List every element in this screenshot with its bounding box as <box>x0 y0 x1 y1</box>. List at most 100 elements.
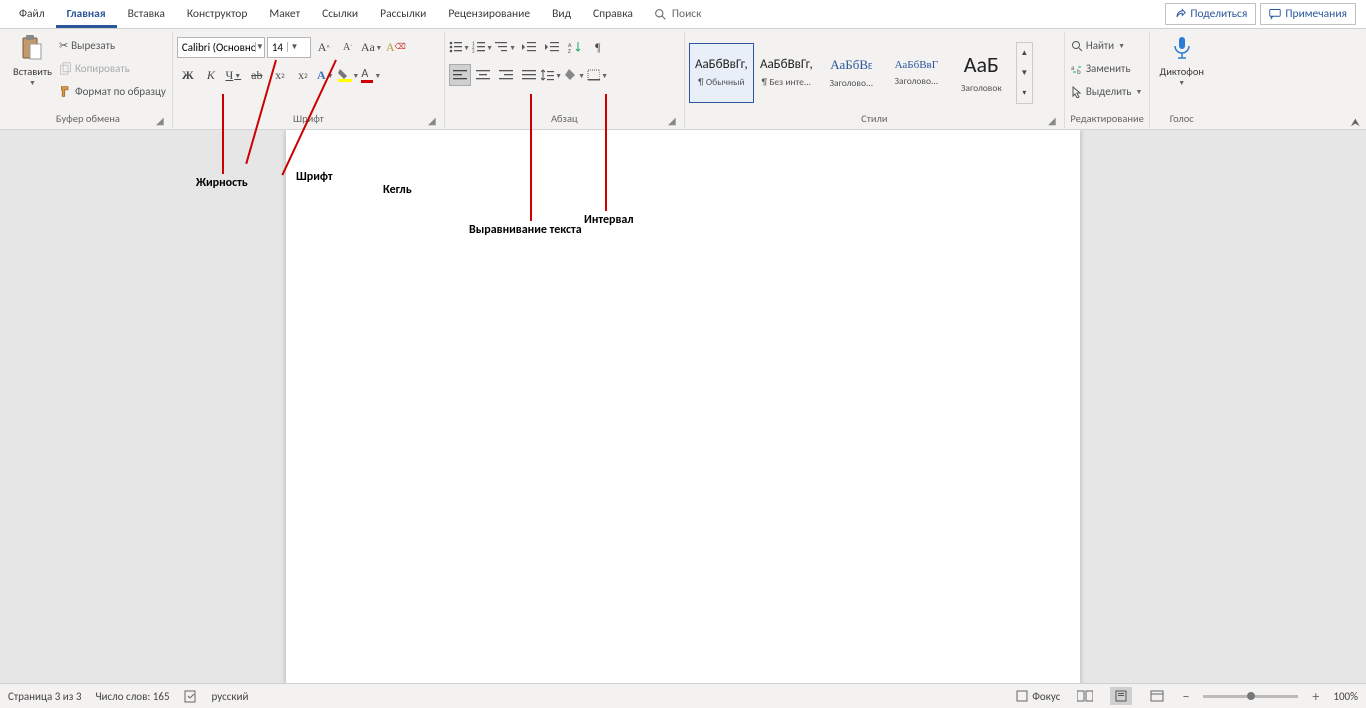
page[interactable] <box>286 130 1080 683</box>
launcher-icon[interactable]: ◢ <box>154 114 166 126</box>
tab-home[interactable]: Главная <box>56 0 117 28</box>
chevron-down-icon: ▼ <box>28 78 37 87</box>
status-bar: Страница 3 из 3 Число слов: 165 русский … <box>0 683 1366 708</box>
justify-button[interactable] <box>518 64 540 86</box>
launcher-icon[interactable]: ◢ <box>426 114 438 126</box>
style-normal[interactable]: АаБбВвГг,¶ Обычный <box>689 43 754 103</box>
tab-layout[interactable]: Макет <box>258 0 311 28</box>
annotation-line <box>605 94 607 211</box>
zoom-out-button[interactable]: − <box>1182 688 1189 705</box>
share-button[interactable]: Поделиться <box>1165 3 1256 25</box>
tab-view[interactable]: Вид <box>541 0 582 28</box>
style-no-spacing[interactable]: АаБбВвГг,¶ Без инте... <box>754 43 819 103</box>
dictate-button[interactable]: Диктофон▼ <box>1154 32 1209 90</box>
tab-file[interactable]: Файл <box>8 0 56 28</box>
superscript-button[interactable]: x2 <box>292 64 314 86</box>
zoom-value[interactable]: 100% <box>1333 690 1358 703</box>
tab-references[interactable]: Ссылки <box>311 0 369 28</box>
bold-button[interactable]: Ж <box>177 64 199 86</box>
font-name-combo[interactable]: Calibri (Основной текст)▼ <box>177 37 265 58</box>
find-icon <box>1071 40 1083 52</box>
styles-more-button[interactable]: ▾ <box>1017 83 1032 103</box>
change-case-button[interactable]: Aa▼ <box>361 36 383 58</box>
line-spacing-button[interactable]: ▼ <box>541 64 563 86</box>
align-right-button[interactable] <box>495 64 517 86</box>
comment-icon <box>1269 8 1281 20</box>
annotation-align: Выравнивание текста <box>469 223 582 237</box>
paste-button[interactable]: Вставить ▼ <box>8 32 57 90</box>
style-title[interactable]: АаБЗаголовок <box>949 43 1014 103</box>
italic-button[interactable]: К <box>200 64 222 86</box>
align-left-button[interactable] <box>449 64 471 86</box>
group-styles: АаБбВвГг,¶ Обычный АаБбВвГг,¶ Без инте..… <box>685 32 1065 128</box>
tab-help[interactable]: Справка <box>582 0 644 28</box>
select-button[interactable]: Выделить▼ <box>1069 80 1146 103</box>
sort-button[interactable]: AZ <box>564 36 586 58</box>
collapse-ribbon-button[interactable]: ⮝ <box>1351 116 1360 130</box>
find-button[interactable]: Найти▼ <box>1069 34 1128 57</box>
annotation-line <box>530 94 532 221</box>
annotation-font: Шрифт <box>296 170 333 184</box>
zoom-in-button[interactable]: + <box>1312 688 1319 705</box>
comments-button[interactable]: Примечания <box>1260 3 1356 25</box>
copy-button[interactable]: Копировать <box>57 57 168 80</box>
font-size-combo[interactable]: 14▼ <box>267 37 311 58</box>
ribbon: Вставить ▼ ✂ Вырезать Копировать <box>0 29 1366 130</box>
svg-text:a: a <box>1071 63 1074 72</box>
launcher-icon[interactable]: ◢ <box>666 114 678 126</box>
page-status[interactable]: Страница 3 из 3 <box>8 690 81 703</box>
document-area <box>0 130 1366 683</box>
style-heading2[interactable]: АаБбВвГЗаголово... <box>884 43 949 103</box>
group-voice: Диктофон▼ Голос <box>1150 32 1213 128</box>
replace-icon: ab <box>1071 63 1083 75</box>
style-heading1[interactable]: АаБбВЕЗаголово... <box>819 43 884 103</box>
search-box[interactable]: Поиск <box>644 0 712 28</box>
bullets-button[interactable]: ▼ <box>449 36 471 58</box>
search-label: Поиск <box>672 7 702 21</box>
shading-button[interactable]: ▼ <box>564 64 586 86</box>
print-layout-button[interactable] <box>1110 687 1132 705</box>
language-status[interactable]: русский <box>212 690 249 703</box>
annotation-line <box>222 94 224 174</box>
styles-down-button[interactable]: ▼ <box>1017 63 1032 83</box>
increase-indent-button[interactable] <box>541 36 563 58</box>
tab-insert[interactable]: Вставка <box>117 0 176 28</box>
search-icon <box>654 8 667 21</box>
strike-button[interactable]: ab <box>246 64 268 86</box>
word-count[interactable]: Число слов: 165 <box>95 690 169 703</box>
copy-icon <box>59 62 72 75</box>
zoom-slider[interactable] <box>1203 695 1298 698</box>
group-editing: Найти▼ abЗаменить Выделить▼ Редактирован… <box>1065 32 1151 128</box>
group-clipboard: Вставить ▼ ✂ Вырезать Копировать <box>4 32 173 128</box>
launcher-icon[interactable]: ◢ <box>1046 114 1058 126</box>
brush-icon <box>59 85 72 98</box>
read-mode-button[interactable] <box>1074 687 1096 705</box>
show-marks-button[interactable]: ¶ <box>587 36 609 58</box>
highlight-button[interactable]: ▼ <box>338 64 360 86</box>
borders-button[interactable]: ▼ <box>587 64 609 86</box>
tab-review[interactable]: Рецензирование <box>437 0 541 28</box>
replace-button[interactable]: abЗаменить <box>1069 57 1133 80</box>
font-color-button[interactable]: A▼ <box>361 64 383 86</box>
annotation-bold: Жирность <box>196 176 248 190</box>
svg-text:3: 3 <box>472 49 475 53</box>
format-painter-button[interactable]: Формат по образцу <box>57 80 168 103</box>
tab-mailings[interactable]: Рассылки <box>369 0 437 28</box>
styles-up-button[interactable]: ▲ <box>1017 43 1032 63</box>
numbering-button[interactable]: 123▼ <box>472 36 494 58</box>
focus-button[interactable]: Фокус <box>1016 690 1060 703</box>
clear-format-button[interactable]: A⌫ <box>385 36 407 58</box>
annotation-size: Кегль <box>383 183 412 197</box>
shrink-font-button[interactable]: Aˇ <box>337 36 359 58</box>
web-layout-button[interactable] <box>1146 687 1168 705</box>
align-center-button[interactable] <box>472 64 494 86</box>
decrease-indent-button[interactable] <box>518 36 540 58</box>
multilevel-button[interactable]: ▼ <box>495 36 517 58</box>
cut-button[interactable]: ✂ Вырезать <box>57 34 168 57</box>
underline-button[interactable]: Ч▼ <box>223 64 245 86</box>
tab-design[interactable]: Конструктор <box>176 0 259 28</box>
proofing-icon[interactable] <box>184 689 198 703</box>
svg-text:Z: Z <box>568 47 571 53</box>
grow-font-button[interactable]: A^ <box>313 36 335 58</box>
tab-bar: Файл Главная Вставка Конструктор Макет С… <box>0 0 1366 29</box>
